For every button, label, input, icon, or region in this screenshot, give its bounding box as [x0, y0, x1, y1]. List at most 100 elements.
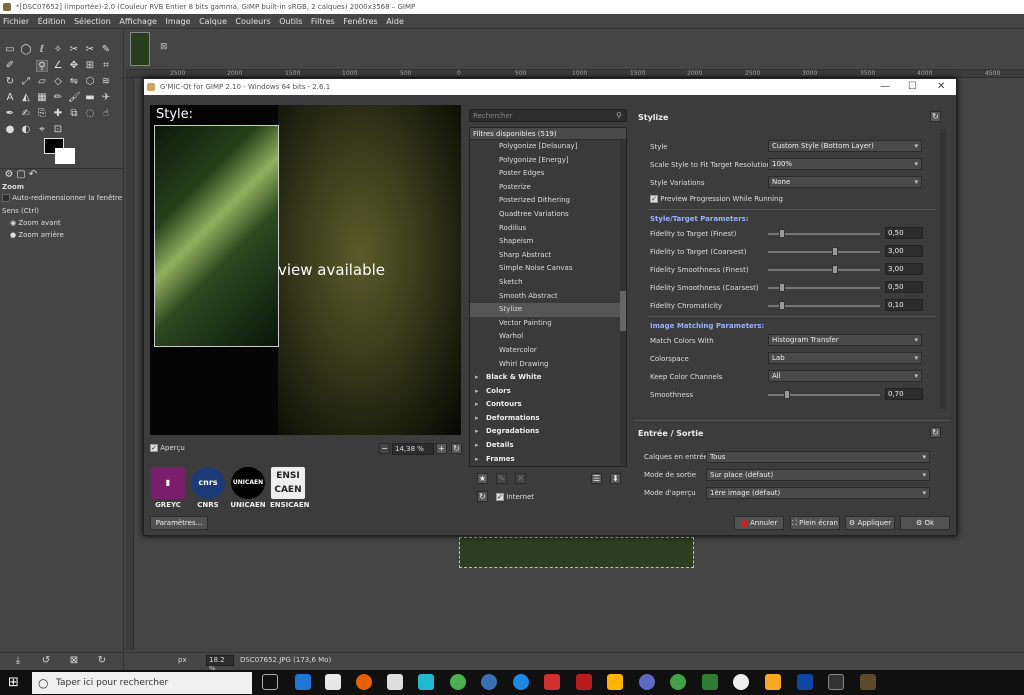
text-tool-icon[interactable]: A	[4, 92, 16, 104]
scale-icon[interactable]: ⤢	[20, 76, 32, 88]
scissors-icon[interactable]: ✂	[68, 44, 80, 56]
refresh-preview-icon[interactable]: ↻	[451, 443, 462, 454]
unit-select[interactable]: px	[178, 653, 187, 668]
zoom-out-preview-icon[interactable]: −	[379, 443, 390, 454]
smudge-icon[interactable]: ☝	[100, 108, 112, 120]
eraser-icon[interactable]: ▬	[84, 92, 96, 104]
rotate-icon[interactable]: ↻	[4, 76, 16, 88]
fidelity-finest-value[interactable]: 0,50	[885, 227, 923, 239]
tool-options-tab-icon[interactable]: ⚙	[3, 169, 15, 181]
filter-item[interactable]: Posterize	[470, 181, 626, 195]
apercu-checkbox[interactable]: ✓	[150, 444, 158, 452]
variations-select[interactable]: None	[768, 176, 922, 188]
image-layer-visible-part[interactable]	[459, 537, 694, 568]
slider-handle[interactable]	[778, 229, 785, 238]
menu-selection[interactable]: Sélection	[71, 17, 114, 26]
reset-options-icon[interactable]: ↻	[96, 655, 108, 667]
ellipse-select-icon[interactable]: ◯	[20, 44, 32, 56]
smoothness-slider[interactable]	[768, 390, 880, 399]
filter-item[interactable]: Rodilius	[470, 222, 626, 236]
clone-icon[interactable]: ⎘	[36, 108, 48, 120]
io-input-select[interactable]: Tous	[706, 451, 930, 463]
chrome-icon[interactable]	[450, 674, 466, 690]
mypaint-icon[interactable]: ✍	[20, 108, 32, 120]
category-contours[interactable]: Contours	[470, 398, 626, 412]
filter-item[interactable]: Vector Painting	[470, 317, 626, 331]
filter-item[interactable]: Warhol	[470, 330, 626, 344]
chromaticity-slider[interactable]	[768, 301, 880, 310]
bucket-fill-icon[interactable]: ◭	[20, 92, 32, 104]
restore-options-icon[interactable]: ↺	[40, 655, 52, 667]
image-tab-thumbnail[interactable]	[130, 32, 150, 66]
perspective-clone-icon[interactable]: ⧉	[68, 108, 80, 120]
filter-item[interactable]: Sharp Abstract	[470, 249, 626, 263]
paintbrush-icon[interactable]: 🖌	[68, 92, 81, 104]
smoothness-value[interactable]: 0,70	[885, 388, 923, 400]
menu-calque[interactable]: Calque	[196, 17, 230, 26]
filter-item[interactable]: Polygonize [Delaunay]	[470, 140, 626, 154]
reset-io-icon[interactable]: ↻	[930, 427, 941, 438]
filter-item[interactable]: Polygonize [Energy]	[470, 154, 626, 168]
foreground-select-icon[interactable]: ✂	[84, 44, 96, 56]
slider-handle[interactable]	[783, 390, 790, 399]
menu-image[interactable]: Image	[162, 17, 193, 26]
category-degradations[interactable]: Degradations	[470, 425, 626, 439]
shear-icon[interactable]: ▱	[36, 76, 48, 88]
windows-start-icon[interactable]: ⊞	[8, 675, 19, 690]
filter-item[interactable]: Posterized Dithering	[470, 194, 626, 208]
store-icon[interactable]	[325, 674, 341, 690]
filter-item[interactable]: Simple Noise Canvas	[470, 262, 626, 276]
menu-edition[interactable]: Édition	[35, 17, 69, 26]
menu-outils[interactable]: Outils	[276, 17, 305, 26]
menu-fenetres[interactable]: Fenêtres	[340, 17, 380, 26]
crop-icon[interactable]: ⌗	[100, 60, 112, 72]
cage-icon[interactable]: ⬡	[84, 76, 96, 88]
fidelity-finest-slider[interactable]	[768, 229, 880, 238]
menu-affichage[interactable]: Affichage	[116, 17, 160, 26]
wordpress-icon[interactable]	[513, 674, 529, 690]
apply-button[interactable]: ⚙ Appliquer	[845, 516, 895, 530]
filter-list-scrollbar[interactable]	[620, 141, 626, 465]
keep-channels-select[interactable]: All	[768, 370, 922, 382]
preview-zoom-field[interactable]: 14,38 %	[392, 443, 434, 455]
filter-item[interactable]: Whirl Drawing	[470, 358, 626, 372]
burn-icon[interactable]: ◐	[20, 124, 32, 136]
scrollbar-thumb[interactable]	[620, 291, 626, 331]
perspective-icon[interactable]: ◇	[52, 76, 64, 88]
filter-item-selected[interactable]: Stylize	[470, 303, 626, 317]
io-preview-select[interactable]: 1ère image (défaut)	[706, 487, 930, 499]
menu-fichier[interactable]: Fichier	[0, 17, 32, 26]
app-icon[interactable]	[765, 674, 781, 690]
search-icon[interactable]: ⚲	[616, 111, 622, 120]
preview-progress-option[interactable]: ✓ Preview Progression While Running	[650, 195, 783, 203]
menu-aide[interactable]: Aide	[383, 17, 407, 26]
slider-handle[interactable]	[778, 283, 785, 292]
parameters-button[interactable]: Paramètres...	[150, 516, 208, 530]
app-icon[interactable]	[481, 674, 497, 690]
apercu-toggle[interactable]: ✓ Aperçu	[150, 444, 185, 452]
filter-search-input[interactable]: Rechercher	[469, 109, 627, 122]
edge-icon[interactable]	[295, 674, 311, 690]
paths-icon[interactable]: ✎	[100, 44, 112, 56]
app-icon[interactable]	[670, 674, 686, 690]
cancel-button[interactable]: Annuler	[734, 516, 784, 530]
fidelity-coarsest-slider[interactable]	[768, 247, 880, 256]
category-frames[interactable]: Frames	[470, 453, 626, 466]
fuzzy-select-icon[interactable]: ✧	[52, 44, 64, 56]
add-favorite-icon[interactable]: ★	[477, 473, 488, 484]
filter-item[interactable]: Watercolor	[470, 344, 626, 358]
params-scrollbar[interactable]	[940, 129, 946, 409]
match-select[interactable]: Histogram Transfer	[768, 334, 922, 346]
minimize-icon[interactable]: —	[880, 79, 890, 95]
photoshop-icon[interactable]	[797, 674, 813, 690]
music-icon[interactable]	[733, 674, 749, 690]
close-tab-icon[interactable]: ⊠	[160, 42, 168, 52]
taskbar-search[interactable]: ○ Taper ici pour rechercher	[32, 672, 252, 694]
unified-transform-icon[interactable]: ⊡	[52, 124, 64, 136]
slider-handle[interactable]	[778, 301, 785, 310]
firefox-icon[interactable]	[356, 674, 372, 690]
menu-filtres[interactable]: Filtres	[308, 17, 338, 26]
smoothness-coarsest-value[interactable]: 0,50	[885, 281, 923, 293]
auto-resize-option[interactable]: Auto-redimensionner la fenêtre	[2, 194, 122, 202]
ink-icon[interactable]: ✒	[4, 108, 16, 120]
